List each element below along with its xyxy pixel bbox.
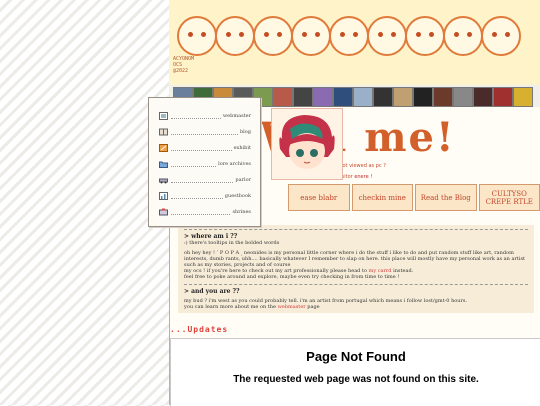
folder-icon	[159, 160, 168, 168]
nav-label: shrines	[232, 209, 251, 215]
nav-label: parlor	[235, 177, 251, 183]
nav-label: lore archives	[218, 161, 251, 167]
artist-signature: ACYONOM OCS @2022	[173, 56, 194, 74]
intro-panel: > where am i ?? :) there's tooltips in t…	[178, 225, 534, 313]
gallery-icon	[159, 112, 168, 120]
nav-item-guestbook[interactable]: guestbook	[159, 190, 251, 202]
updates-heading: ...Updates	[170, 325, 228, 334]
nav-label: exhibit	[234, 145, 251, 151]
webmaster-link[interactable]: webmaster	[278, 304, 306, 310]
face-doodle	[481, 16, 521, 56]
nav-item-exhibit[interactable]: exhibit	[159, 142, 251, 154]
face-doodle	[367, 16, 407, 56]
book-icon	[159, 128, 168, 136]
nav-item-shrines[interactable]: shrines	[159, 206, 251, 218]
navigation-panel: webmaster blog exhibit lore archives par…	[148, 97, 261, 227]
link-button[interactable]	[453, 87, 473, 107]
link-button[interactable]	[273, 87, 293, 107]
link-button[interactable]	[353, 87, 373, 107]
error-message: The requested web page was not found on …	[171, 374, 540, 385]
link-button[interactable]	[493, 87, 513, 107]
sticker-link[interactable]: checkin mine	[352, 184, 414, 211]
car-icon	[159, 176, 168, 184]
face-doodle	[443, 16, 483, 56]
intro-explore-line: feel free to poke around and explore, ma…	[184, 274, 528, 280]
nav-item-webmaster[interactable]: webmaster	[159, 110, 251, 122]
link-button[interactable]	[413, 87, 433, 107]
character-faces-art	[177, 8, 537, 58]
updates-iframe[interactable]: Page Not Found The requested web page wa…	[170, 338, 540, 406]
face-doodle	[177, 16, 217, 56]
sticker-link[interactable]: CULTYSO CREPE RTLE	[479, 184, 540, 211]
intro-paragraph: oh hey hey ! ˹ P O P A ˼ neonides is my …	[184, 250, 528, 268]
nav-label: blog	[240, 129, 251, 135]
link-button[interactable]	[293, 87, 313, 107]
mailbox-icon	[159, 208, 168, 216]
pencil-box-icon	[159, 144, 168, 152]
nav-item-lore-archives[interactable]: lore archives	[159, 158, 251, 170]
nav-item-blog[interactable]: blog	[159, 126, 251, 138]
face-doodle	[405, 16, 445, 56]
nav-label: webmaster	[223, 113, 251, 119]
avatar	[271, 108, 343, 180]
link-button[interactable]	[513, 87, 533, 107]
avatar-art	[272, 109, 342, 179]
read-the-blog-sticker[interactable]: Read the Blog	[415, 184, 477, 211]
link-button[interactable]	[333, 87, 353, 107]
link-button[interactable]	[373, 87, 393, 107]
chart-icon	[159, 192, 168, 200]
nav-item-parlor[interactable]: parlor	[159, 174, 251, 186]
face-doodle	[215, 16, 255, 56]
face-doodle	[329, 16, 369, 56]
face-doodle	[253, 16, 293, 56]
divider	[184, 284, 528, 285]
face-doodle	[291, 16, 331, 56]
sticker-row: ease blabr checkin mine Read the Blog CU…	[288, 184, 540, 211]
link-button[interactable]	[393, 87, 413, 107]
sticker-link[interactable]: ease blabr	[288, 184, 350, 211]
error-title: Page Not Found	[171, 349, 540, 364]
divider	[184, 229, 528, 230]
link-button[interactable]	[313, 87, 333, 107]
link-button[interactable]	[433, 87, 453, 107]
link-button[interactable]	[473, 87, 493, 107]
webmaster-line: you can learn more about me on the webma…	[184, 304, 528, 310]
header-banner: ACYONOM OCS @2022	[169, 0, 540, 86]
nav-label: guestbook	[225, 193, 251, 199]
